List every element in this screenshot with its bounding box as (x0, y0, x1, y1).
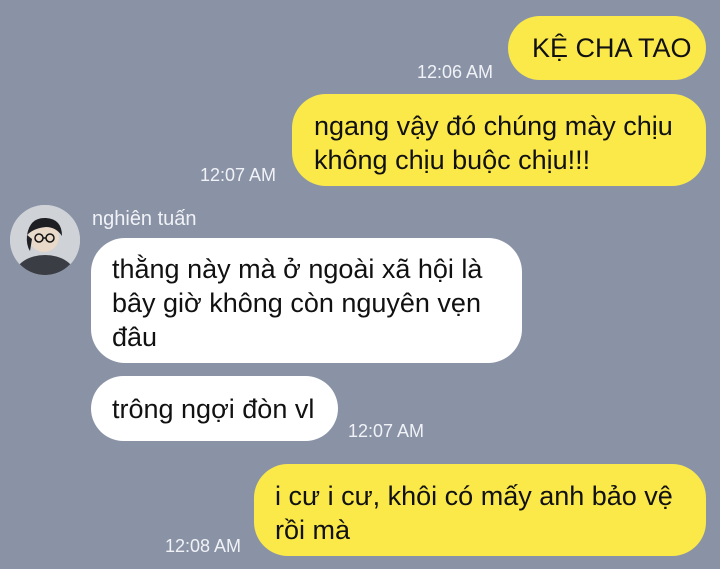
sender-name: nghiên tuấn (92, 208, 197, 230)
outgoing-message-bubble[interactable]: ngang vậy đó chúng mày chịu không chịu b… (292, 94, 706, 186)
message-timestamp: 12:08 AM (165, 536, 242, 556)
incoming-message-bubble[interactable]: trông ngợi đòn vl (91, 376, 338, 441)
user-avatar-icon (10, 205, 80, 275)
message-timestamp: 12:07 AM (200, 165, 277, 185)
incoming-message-bubble[interactable]: thằng này mà ở ngoài xã hội là bây giờ k… (91, 238, 522, 363)
message-timestamp: 12:06 AM (417, 62, 494, 82)
message-timestamp: 12:07 AM (348, 421, 425, 441)
sender-avatar[interactable] (10, 205, 80, 275)
outgoing-message-bubble[interactable]: i cư i cư, khôi có mấy anh bảo vệ rồi mà (254, 464, 706, 556)
outgoing-message-bubble[interactable]: KỆ CHA TAO (508, 16, 706, 80)
